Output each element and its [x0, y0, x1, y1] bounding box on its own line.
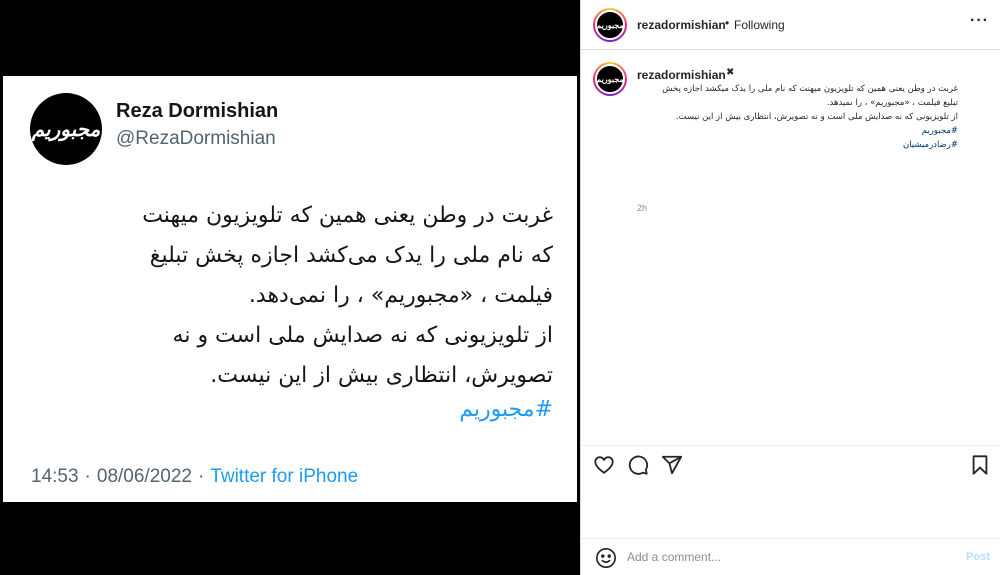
- caption-hashtag[interactable]: #مجبوریم: [618, 124, 958, 138]
- caption-line: از تلویزیونی که نه صدایش ملی است و نه تص…: [675, 112, 958, 122]
- action-bar: [581, 445, 1000, 485]
- comment-box: Post: [581, 538, 1000, 575]
- caption-hashtag[interactable]: #رضادرمیشیان: [618, 138, 958, 152]
- tweet-author-handle: @RezaDormishian: [116, 128, 276, 149]
- comment-icon[interactable]: [627, 454, 651, 478]
- caption-line: غربت در وطن یعنی همین که تلویزیون میهنت …: [662, 84, 958, 94]
- following-button[interactable]: Following: [734, 18, 785, 32]
- emoji-icon[interactable]: [595, 547, 617, 569]
- tweet-date: 08/06/2022: [96, 466, 192, 487]
- tweet-time: 14:53: [31, 466, 79, 487]
- share-icon[interactable]: [661, 454, 685, 478]
- tweet-screenshot: مجبوریم Reza Dormishian @RezaDormishian …: [3, 76, 577, 502]
- post-media: مجبوریم Reza Dormishian @RezaDormishian …: [0, 0, 580, 575]
- tweet-author-name: Reza Dormishian: [116, 100, 279, 122]
- post-sidebar: مجبوریم rezadormishian • Following ··· م…: [580, 0, 1000, 575]
- verified-icon: ✖: [726, 67, 735, 78]
- more-options-icon[interactable]: ···: [970, 12, 989, 30]
- tweet-body: غربت در وطن یعنی همین که تلویزیون میهنت …: [33, 196, 553, 396]
- caption-username[interactable]: rezadormishian: [637, 68, 726, 82]
- header-username[interactable]: rezadormishian: [637, 18, 726, 32]
- avatar-logo: مجبوریم: [596, 20, 624, 30]
- tweet-avatar-logo: مجبوریم: [31, 117, 101, 141]
- heart-icon[interactable]: [593, 454, 617, 478]
- tweet-avatar: مجبوریم: [30, 93, 102, 165]
- post-header: مجبوریم rezadormishian • Following ···: [581, 0, 1000, 50]
- caption-text: غربت در وطن یعنی همین که تلویزیون میهنت …: [618, 82, 958, 152]
- tweet-line: فیلمت ، «مجبوریم» ، را نمی‌دهد.: [248, 283, 553, 308]
- tweet-line: که نام ملی را یدک می‌کشد اجازه پخش تبلیغ: [149, 243, 553, 268]
- tweet-line: از تلویزیونی که نه صدایش ملی است و نه: [172, 323, 553, 348]
- comment-input[interactable]: [627, 547, 947, 567]
- header-separator: •: [725, 16, 730, 30]
- post-button[interactable]: Post: [966, 551, 990, 563]
- caption-timestamp[interactable]: 2h: [637, 203, 647, 213]
- avatar[interactable]: مجبوریم: [593, 8, 627, 42]
- caption-line: تبلیغ فیلمت ، «مجبوریم» ، را نمیدهد.: [826, 98, 958, 108]
- tweet-hashtag: #مجبوریم: [459, 397, 553, 422]
- tweet-footer: 14:53 · 08/06/2022 · Twitter for iPhone: [31, 466, 359, 487]
- bookmark-icon[interactable]: [969, 454, 993, 478]
- tweet-line: تصویرش، انتظاری بیش از این نیست.: [210, 363, 553, 388]
- tweet-line: غربت در وطن یعنی همین که تلویزیون میهنت: [142, 203, 553, 228]
- tweet-source: Twitter for iPhone: [210, 466, 359, 487]
